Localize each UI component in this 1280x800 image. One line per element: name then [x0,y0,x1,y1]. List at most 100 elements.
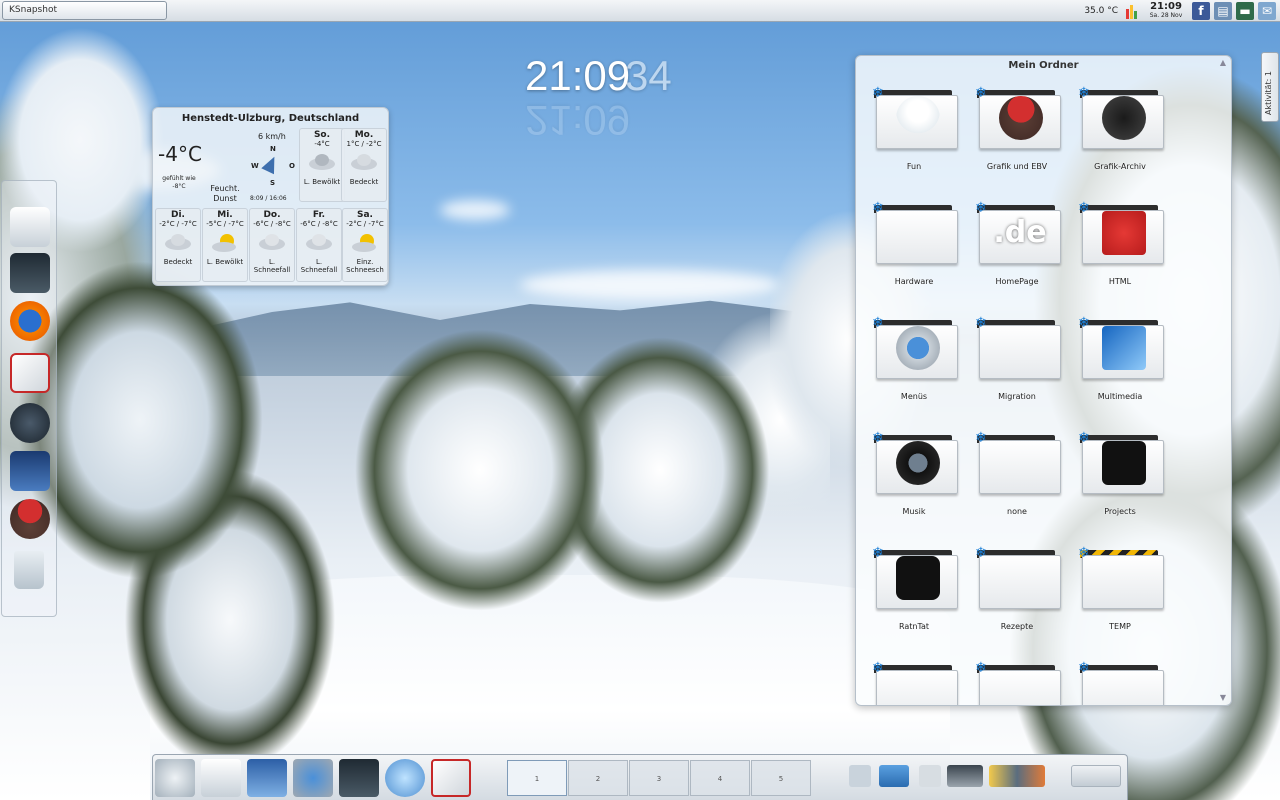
folder-item-partial[interactable]: ❄ [961,625,1061,705]
kickoff-menu-icon[interactable] [155,759,195,797]
forecast-day: So. -4°C L. Bewölkt [299,128,345,202]
folder-item[interactable]: ❄ Projects [1064,395,1164,516]
pager-desktop-3[interactable]: 3 [629,760,689,796]
folder-item[interactable]: ❄ Fun [858,56,958,171]
pager-desktop-1[interactable]: 1 [507,760,567,796]
folder-item-partial[interactable]: ❄ [1064,625,1164,705]
snowflake-icon: ❄ [1078,545,1090,561]
folder-item[interactable]: ❄ Menüs [858,280,958,401]
gear-play-icon[interactable] [293,759,333,797]
snowflake-icon: ❄ [1078,200,1090,216]
globe-icon[interactable] [385,759,425,797]
folder-item[interactable]: ❄ Multimedia [1064,280,1164,401]
folder-item[interactable]: ❄ .de HomePage [961,165,1061,286]
forecast-range: 1°C / -2°C [346,140,382,148]
wallet-icon[interactable]: ▬ [1236,2,1254,20]
inkscape-icon[interactable] [10,403,50,443]
trash-icon[interactable] [919,765,941,787]
music-player-icon [896,441,940,485]
mail-icon[interactable]: ✉ [1258,2,1276,20]
pager-desktop-4[interactable]: 4 [690,760,750,796]
firefox-icon[interactable] [10,301,50,341]
forecast-range: -2°C / -7°C [159,220,197,228]
folder-icon [999,556,1043,600]
forecast-desc: Bedeckt [163,258,193,266]
forecast-range: -4°C [314,140,330,148]
calendar-icon[interactable] [431,759,471,797]
taskbar-button-ksnapshot[interactable]: KSnapshot [2,1,167,20]
folder-view-scrollbar[interactable]: ▲ ▼ [1217,56,1229,705]
inkscape-icon [1102,96,1146,140]
forecast-day-name: Do. [263,210,281,220]
compass-north: N [270,145,276,153]
facebook-icon[interactable]: f [1192,2,1210,20]
folder-view-widget[interactable]: Mein Ordner ❄ Fun ❄ Grafik und EBV ❄ Grafik-A… [855,55,1232,706]
folder-item[interactable]: ❄ Rezepte [961,510,1061,631]
panel-clock[interactable]: 21:09 Sa. 28 Nov [1144,2,1188,20]
mixer-icon[interactable] [1071,765,1121,787]
taskbar-button-label: KSnapshot [9,5,57,15]
desktop-clock-seconds: 34 [625,52,672,99]
puzzle-icon [1102,441,1146,485]
weather-current-temp: -4°C [158,142,202,166]
folder-item[interactable]: ❄ HTML [1064,165,1164,286]
scroll-up-icon[interactable]: ▲ [1217,58,1229,70]
igloo-icon[interactable] [10,207,50,247]
folder-item[interactable]: ❄ Musik [858,395,958,516]
forecast-day: Sa. -2°C / -7°C Einz. Schneesch [342,208,388,282]
network-icon[interactable]: ▤ [1214,2,1232,20]
folder-icon: ❄ [872,545,958,610]
folder-item[interactable]: ❄ Hardware [858,165,958,286]
terminal-icon[interactable] [10,253,50,293]
cpu-temperature: 35.0 °C [1084,6,1118,16]
snowflake-icon: ❄ [872,85,884,101]
forecast-day-name: Di. [171,210,185,220]
folder-item[interactable]: ❄ Migration [961,280,1061,401]
panel-clock-date: Sa. 28 Nov [1149,12,1183,19]
folder-item[interactable]: ❄ none [961,395,1061,516]
folder-item[interactable]: ❄ Grafik und EBV [961,56,1061,171]
snowflake-icon: ❄ [1078,660,1090,676]
utilities-icon[interactable] [989,765,1045,787]
folder-item[interactable]: ❄ RatnTat [858,510,958,631]
monitor-icon[interactable] [10,451,50,491]
forecast-day-name: Sa. [357,210,373,220]
inkscape-launcher-icon[interactable] [247,759,287,797]
folder-item[interactable]: ❄ Grafik-Archiv [1064,56,1164,171]
de-domain-icon: .de [993,215,1047,250]
activity-tab[interactable]: Aktivität: 1 [1261,52,1279,122]
pager-desktop-2[interactable]: 2 [568,760,628,796]
weather-condition: Feucht. Dunst [210,184,240,203]
pager-desktop-5[interactable]: 5 [751,760,811,796]
terminal-icon[interactable] [339,759,379,797]
sun-cloud-icon [208,232,242,254]
folder-item[interactable]: ❄ TEMP [1064,510,1164,631]
forecast-desc: L. Bewölkt [303,178,341,186]
snowflake-icon: ❄ [975,315,987,331]
scroll-down-icon[interactable]: ▼ [1217,693,1229,705]
gimp-icon[interactable] [10,499,50,539]
folder-item-partial[interactable]: ❄ [858,625,958,705]
snowflake-icon: ❄ [1078,85,1090,101]
top-panel: KSnapshot 35.0 °C 21:09 Sa. 28 Nov f ▤ ▬… [0,0,1280,22]
weather-widget[interactable]: Henstedt-Ulzburg, Deutschland -4°C gefüh… [152,107,389,286]
usb-icon[interactable] [879,765,909,787]
calendar-icon[interactable] [10,353,50,393]
cpu-bars-icon[interactable] [1126,3,1140,19]
trash-icon[interactable] [14,551,44,589]
compass-west: W [251,162,259,170]
folder-icon: ❄ [975,315,1061,380]
gift-ribbon-icon [1102,211,1146,255]
screenshot-icon[interactable] [947,765,983,787]
cloud-icon [347,152,381,174]
igloo-icon[interactable] [201,759,241,797]
folder-icon: ❄ [872,200,958,265]
folder-icon: ❄ [975,85,1061,150]
forecast-day-name: Fr. [312,210,326,220]
forecast-day: Mi. -5°C / -7°C L. Bewölkt [202,208,248,282]
device-notifier-icon[interactable] [849,765,871,787]
cloud-icon [161,232,195,254]
folder-icon: ❄ [872,660,958,705]
snowflake-icon: ❄ [975,545,987,561]
caution-stripe-icon [1102,556,1146,600]
